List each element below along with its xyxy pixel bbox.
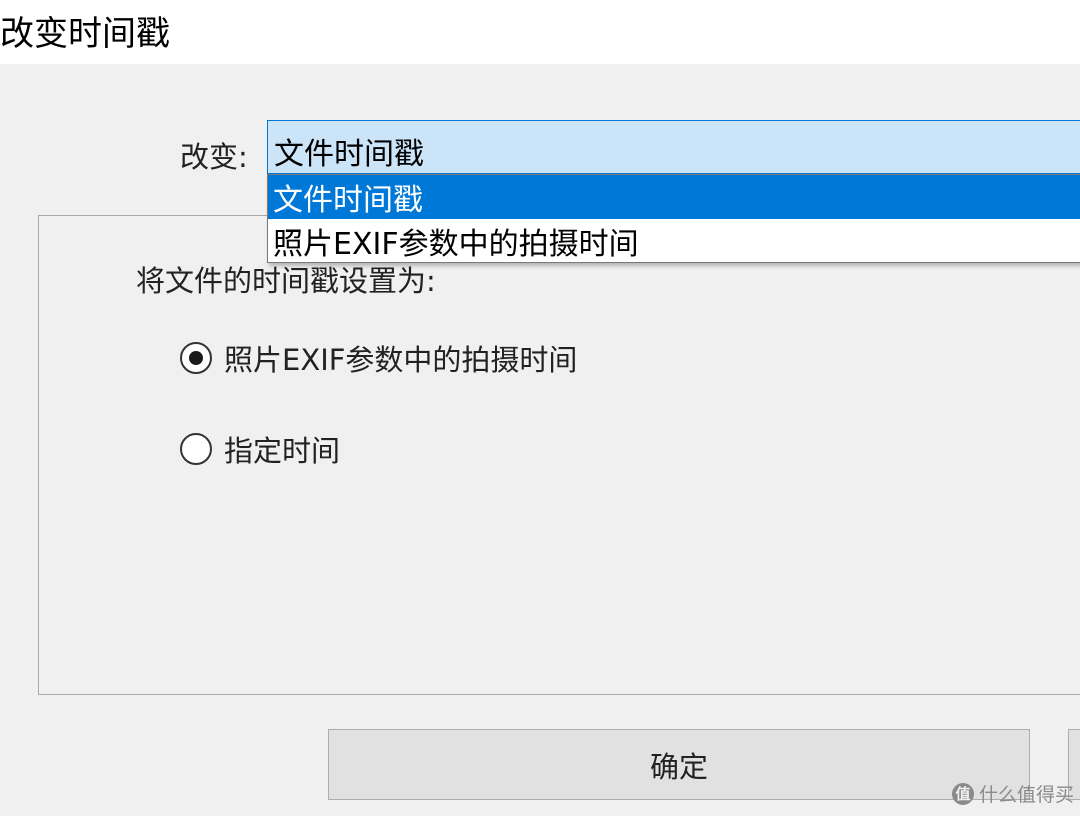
ok-button[interactable]: 确定 — [328, 729, 1030, 800]
watermark-logo-icon: 值 — [952, 782, 974, 805]
change-type-dropdown-list[interactable]: 文件时间戳 照片EXIF参数中的拍摄时间 — [267, 174, 1080, 263]
window-title: 改变时间戳 — [0, 14, 170, 54]
radio-exif-time-label[interactable]: 照片EXIF参数中的拍摄时间 — [224, 337, 577, 379]
radio-specified-time-label[interactable]: 指定时间 — [224, 428, 340, 470]
combobox-selected-value: 文件时间戳 — [274, 137, 424, 172]
radio-specified-time[interactable]: 指定时间 — [180, 429, 340, 469]
watermark: 值 什么值得买 — [952, 780, 1074, 807]
change-timestamp-dialog: 改变时间戳 改变: 将文件的时间戳设置为: 照片EXIF参数中的拍摄时间 指定时… — [0, 0, 1080, 816]
title-bar: 改变时间戳 — [0, 0, 1080, 64]
watermark-text: 什么值得买 — [979, 784, 1075, 806]
change-label: 改变: — [180, 140, 248, 174]
radio-dot-icon — [189, 351, 203, 365]
change-type-combobox[interactable]: 文件时间戳 — [267, 120, 1080, 174]
radio-unchecked-icon[interactable] — [180, 433, 212, 465]
group-title: 将文件的时间戳设置为: — [136, 264, 436, 298]
radio-checked-icon[interactable] — [180, 342, 212, 374]
dropdown-option-exif-time[interactable]: 照片EXIF参数中的拍摄时间 — [268, 219, 1080, 263]
dropdown-option-file-timestamp[interactable]: 文件时间戳 — [268, 175, 1080, 219]
radio-exif-time[interactable]: 照片EXIF参数中的拍摄时间 — [180, 338, 577, 378]
